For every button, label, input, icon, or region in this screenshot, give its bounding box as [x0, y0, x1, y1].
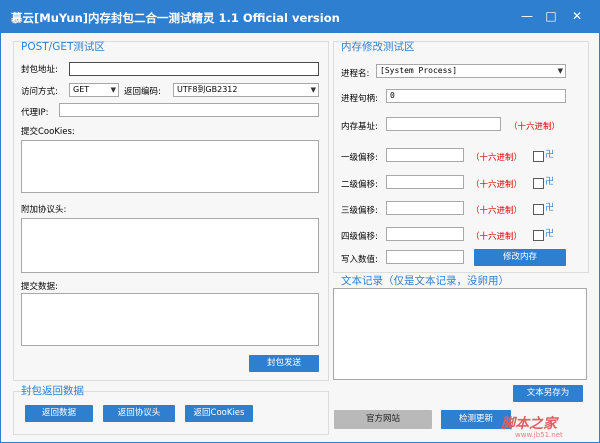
offset-1-label: 一级偏移:: [341, 153, 378, 163]
modify-memory-button[interactable]: 修改内存: [474, 249, 566, 266]
data-label: 提交数据:: [21, 282, 58, 292]
maximize-button[interactable]: □: [543, 9, 559, 23]
hex-hint: （十六进制）: [471, 153, 523, 163]
hex-hint: （十六进制）: [471, 206, 523, 216]
offset-4-checkbox[interactable]: [533, 230, 544, 241]
hex-hint: （十六进制）: [471, 232, 523, 242]
window-title: 慕云[MuYun]内存封包二合一测试精灵 1.1 Official versio…: [11, 11, 340, 25]
watermark-url: www.jb51.net: [515, 431, 563, 439]
headers-label: 附加协议头:: [21, 205, 67, 215]
text-log-textarea[interactable]: [333, 288, 587, 380]
post-get-section-title: POST/GET测试区: [21, 41, 105, 53]
process-select-value: [System Process]: [380, 66, 458, 75]
offset-2-checkbox[interactable]: [533, 178, 544, 189]
handle-input[interactable]: 0: [386, 89, 566, 103]
title-bar: 慕云[MuYun]内存封包二合一测试精灵 1.1 Official versio…: [1, 1, 599, 33]
save-text-button[interactable]: 文本另存为: [513, 385, 583, 402]
offset-3-label: 三级偏移:: [341, 206, 378, 216]
hex-hint: （十六进制）: [471, 180, 523, 190]
data-textarea[interactable]: [21, 293, 319, 346]
method-select-value: GET: [73, 85, 90, 94]
encoding-select[interactable]: UTF8到GB2312 ▼: [173, 83, 319, 97]
chevron-down-icon: ▼: [310, 86, 316, 94]
write-value-input[interactable]: [386, 250, 464, 264]
encoding-label: 返回编码:: [124, 87, 161, 97]
return-data-button[interactable]: 返回数据: [25, 405, 93, 422]
headers-textarea[interactable]: [21, 218, 319, 273]
url-label: 封包地址:: [21, 65, 58, 75]
return-cookies-button[interactable]: 返回CooKies: [185, 405, 253, 422]
chevron-down-icon: ▼: [110, 86, 116, 94]
process-select[interactable]: [System Process] ▼: [376, 64, 566, 78]
website-button[interactable]: 官方网站: [334, 410, 432, 429]
cookies-label: 提交CooKies:: [21, 127, 75, 137]
offset-1-input[interactable]: [386, 148, 464, 162]
offset-1-checkbox[interactable]: [533, 151, 544, 162]
pointer-icon: 卍: [545, 229, 555, 239]
cookies-textarea[interactable]: [21, 140, 319, 193]
url-input[interactable]: [69, 62, 319, 76]
offset-3-input[interactable]: [386, 201, 464, 215]
method-label: 访问方式:: [21, 87, 58, 97]
pointer-icon: 卍: [545, 150, 555, 160]
write-value-label: 写入数值:: [341, 255, 378, 265]
pointer-icon: 卍: [545, 177, 555, 187]
handle-label: 进程句柄:: [341, 94, 378, 104]
method-select[interactable]: GET ▼: [69, 83, 119, 97]
process-label: 进程名:: [341, 69, 370, 79]
offset-3-checkbox[interactable]: [533, 204, 544, 215]
encoding-select-value: UTF8到GB2312: [177, 85, 238, 94]
send-packet-button[interactable]: 封包发送: [249, 355, 319, 372]
proxy-label: 代理IP:: [21, 108, 49, 118]
chevron-down-icon: ▼: [557, 67, 563, 75]
close-button[interactable]: ✕: [569, 9, 585, 23]
proxy-input[interactable]: [59, 103, 319, 117]
return-data-section-title: 封包返回数据: [21, 385, 84, 397]
watermark-logo: 脚本之家: [501, 416, 557, 432]
offset-4-input[interactable]: [386, 227, 464, 241]
offset-4-label: 四级偏移:: [341, 232, 378, 242]
offset-2-label: 二级偏移:: [341, 180, 378, 190]
pointer-icon: 卍: [545, 203, 555, 213]
app-window: 慕云[MuYun]内存封包二合一测试精灵 1.1 Official versio…: [0, 0, 600, 443]
base-address-input[interactable]: [386, 117, 501, 131]
hex-hint: （十六进制）: [509, 122, 561, 132]
memory-section-title: 内存修改测试区: [341, 41, 415, 53]
offset-2-input[interactable]: [386, 175, 464, 189]
base-address-label: 内存基址:: [341, 122, 378, 132]
text-log-section-title: 文本记录（仅是文本记录，没卵用）: [341, 275, 509, 287]
return-headers-button[interactable]: 返回协议头: [103, 405, 175, 422]
minimize-button[interactable]: —: [519, 9, 535, 23]
